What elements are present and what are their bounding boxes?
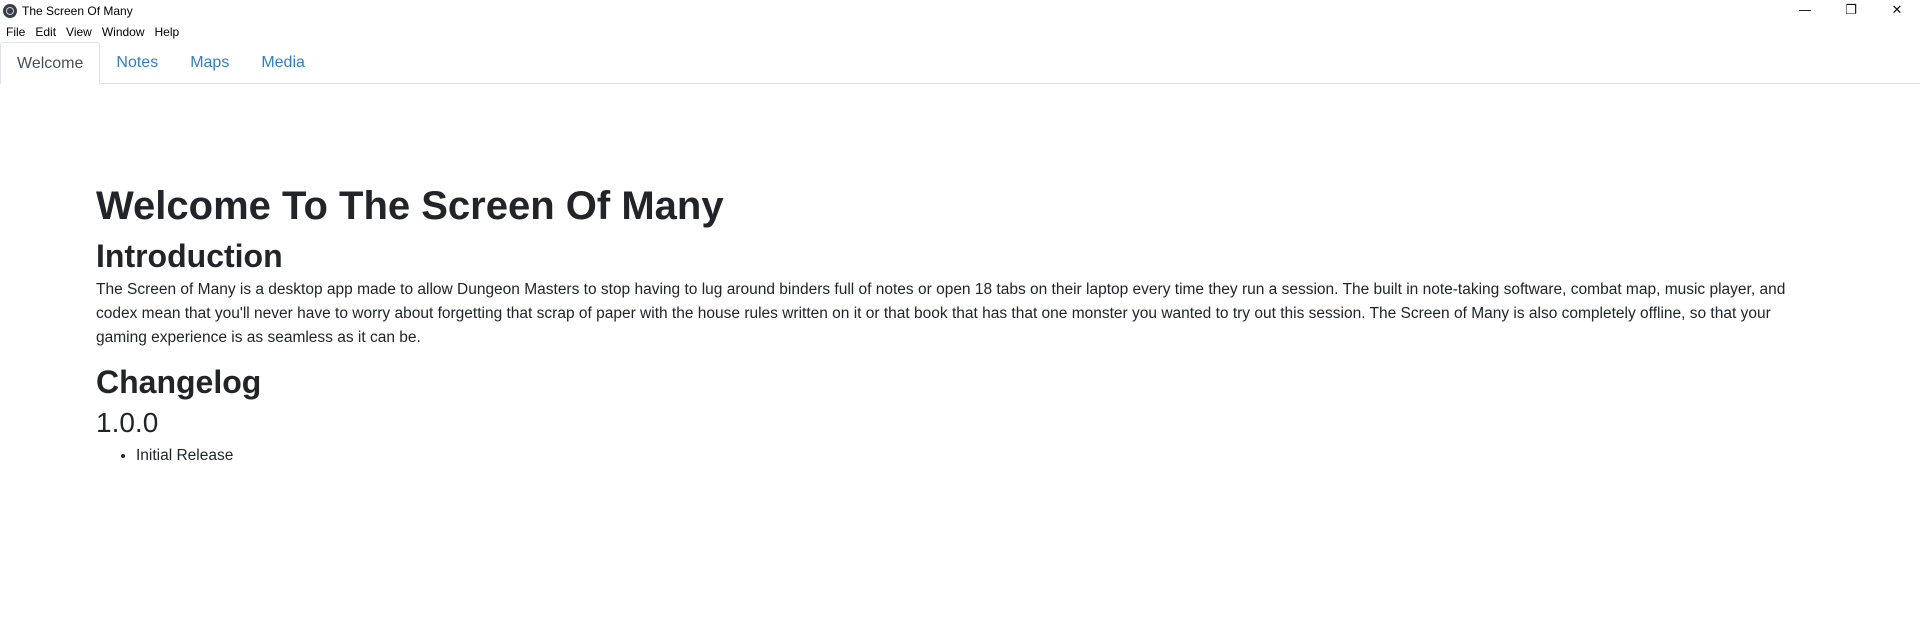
- changelog-item: Initial Release: [136, 444, 1820, 468]
- version-heading: 1.0.0: [96, 407, 159, 438]
- menu-help[interactable]: Help: [149, 25, 184, 39]
- app-logo-icon: [3, 3, 17, 18]
- tab-bar: Welcome Notes Maps Media: [0, 42, 1920, 84]
- welcome-content: Welcome To The Screen Of Many Introducti…: [96, 178, 1820, 468]
- tab-media[interactable]: Media: [245, 42, 321, 83]
- menu-window[interactable]: Window: [96, 25, 149, 39]
- changelog-heading: Changelog: [96, 364, 262, 400]
- tab-notes[interactable]: Notes: [100, 42, 174, 83]
- window-controls: — ❐ ✕: [1782, 0, 1920, 21]
- page-title: Welcome To The Screen Of Many: [96, 184, 724, 228]
- tab-maps[interactable]: Maps: [174, 42, 245, 83]
- introduction-text: The Screen of Many is a desktop app made…: [96, 281, 1786, 346]
- title-bar: The Screen Of Many — ❐ ✕: [0, 0, 1920, 21]
- menu-file[interactable]: File: [0, 25, 29, 39]
- changelog-list: Initial Release: [96, 444, 1820, 468]
- restore-button[interactable]: ❐: [1828, 0, 1874, 21]
- menu-view[interactable]: View: [60, 25, 96, 39]
- menu-bar: File Edit View Window Help: [0, 21, 183, 43]
- minimize-button[interactable]: —: [1782, 0, 1828, 21]
- close-button[interactable]: ✕: [1874, 0, 1920, 21]
- tab-welcome[interactable]: Welcome: [0, 42, 101, 84]
- introduction-heading: Introduction: [96, 238, 283, 274]
- window-title: The Screen Of Many: [22, 3, 133, 18]
- menu-edit[interactable]: Edit: [29, 25, 60, 39]
